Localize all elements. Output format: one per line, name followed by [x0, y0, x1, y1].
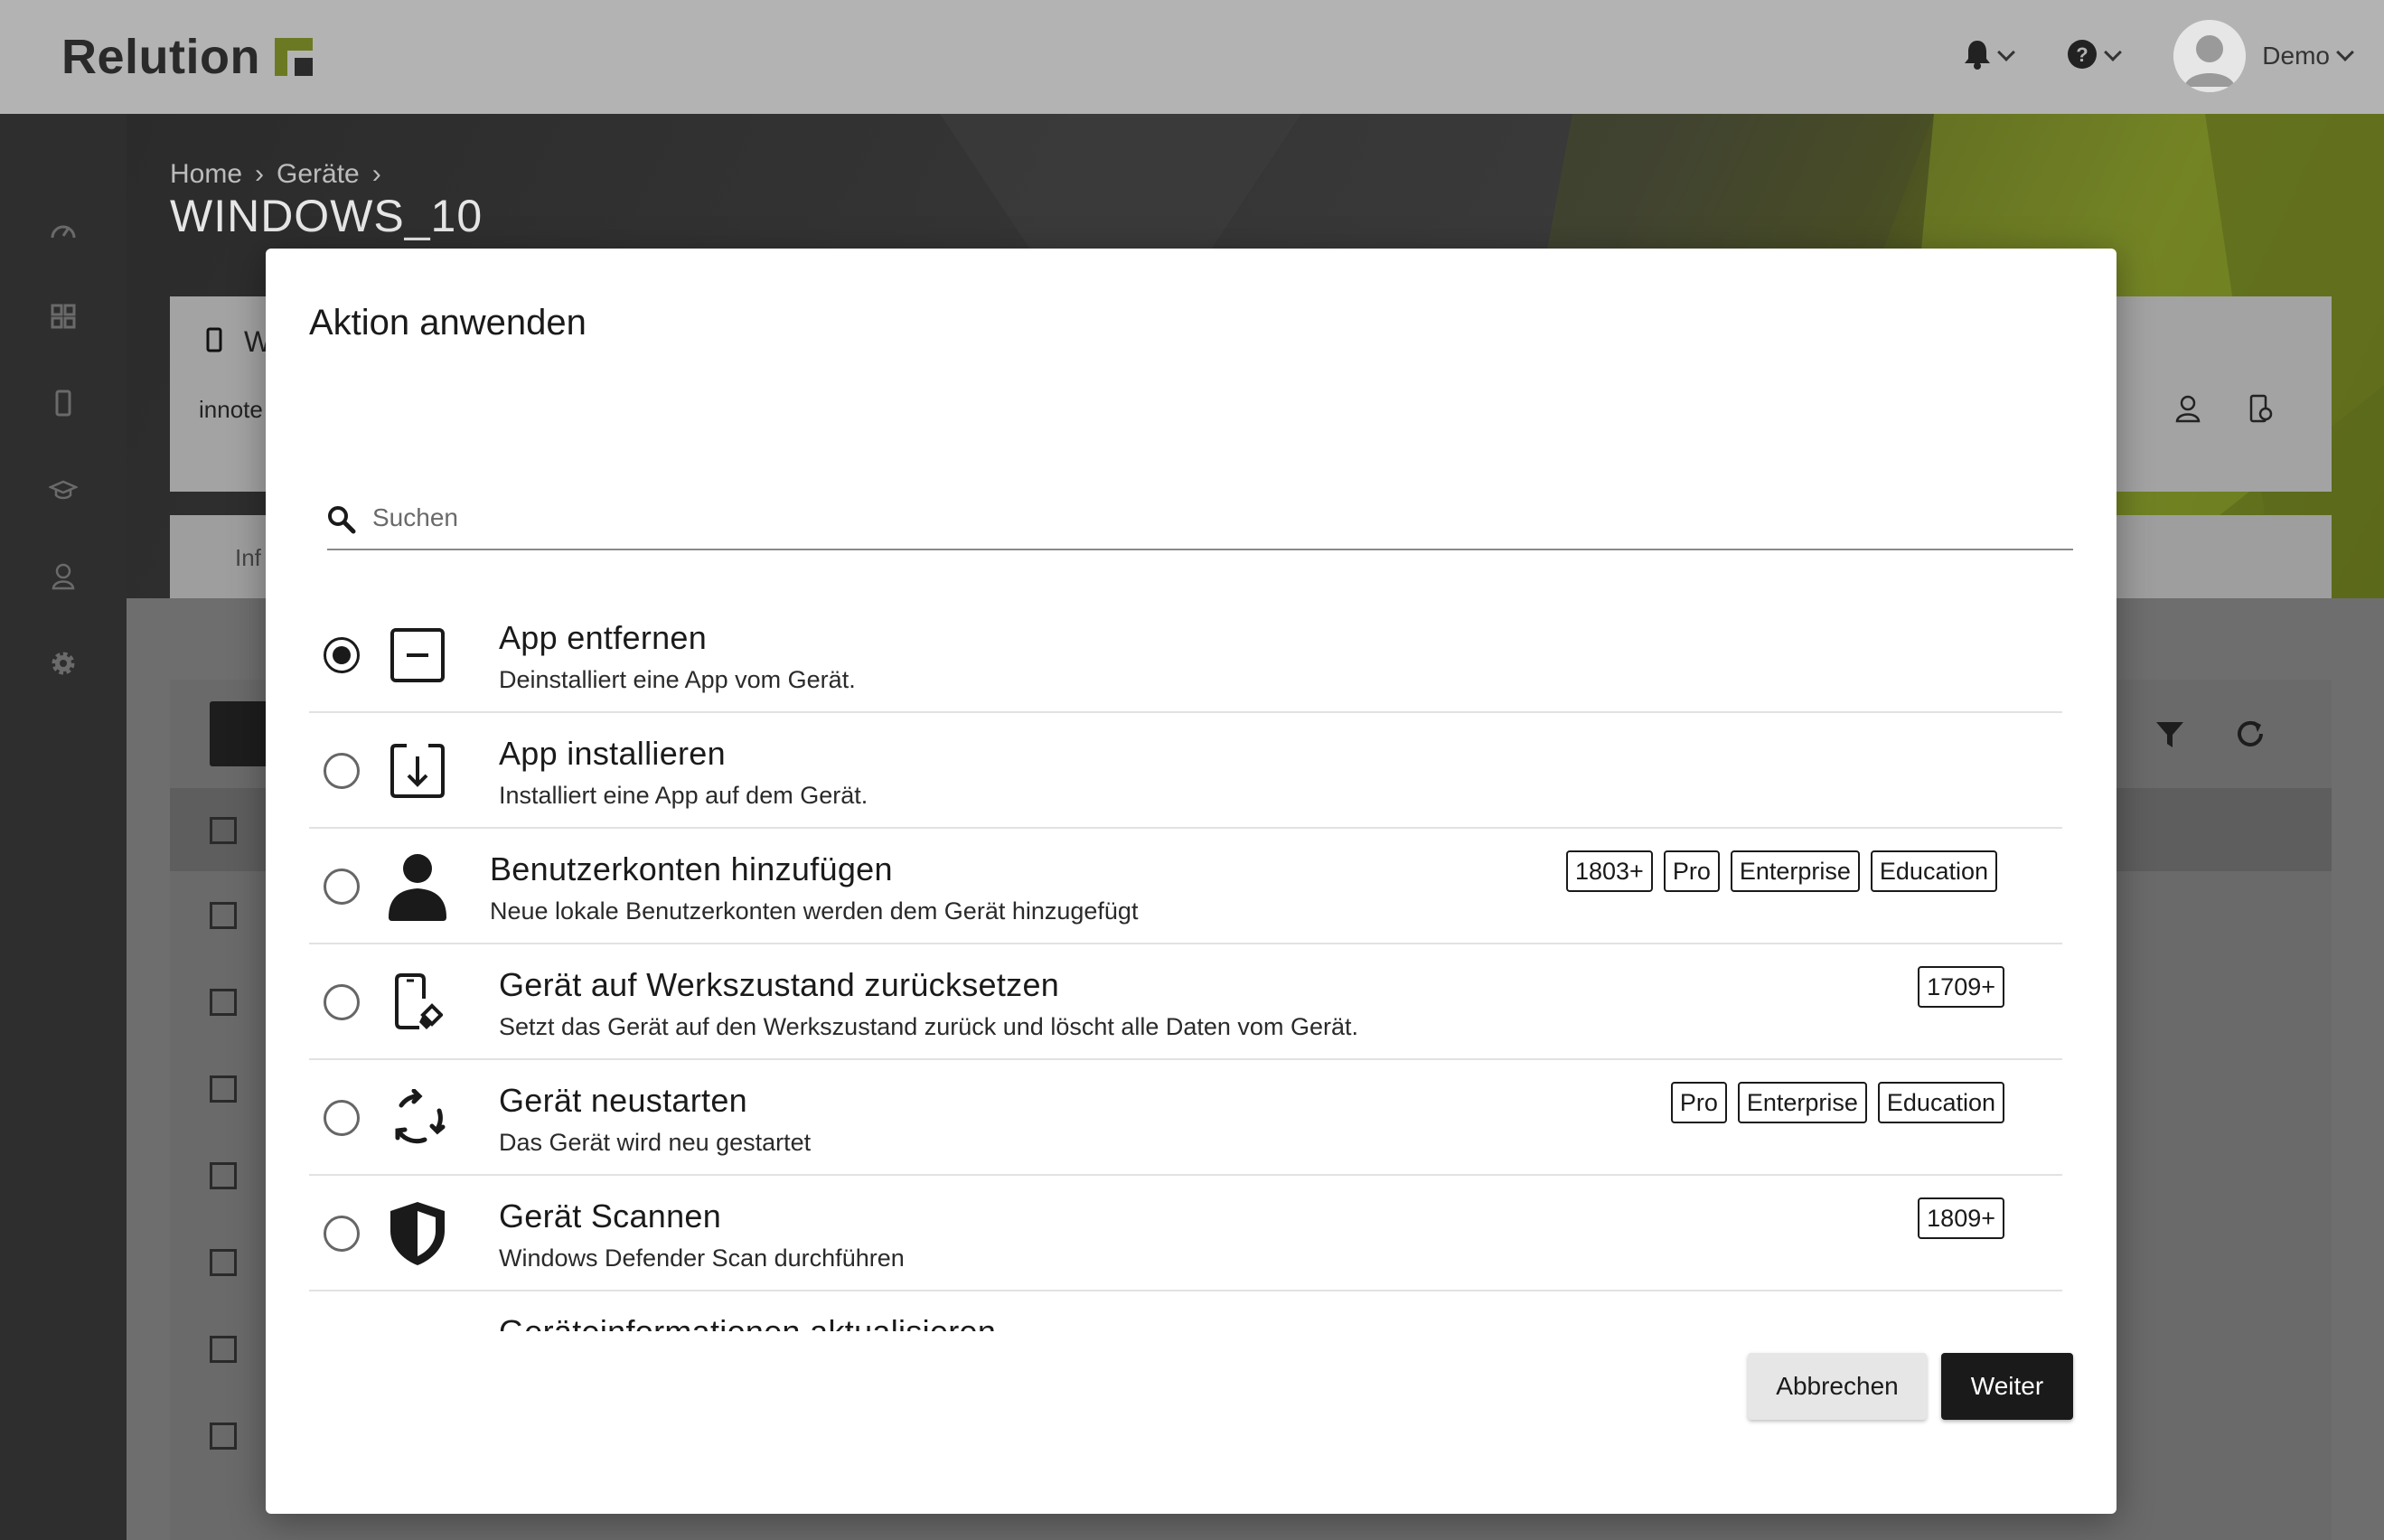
radio-button[interactable] — [324, 1100, 360, 1136]
row-checkbox[interactable] — [210, 989, 237, 1016]
shield-icon — [383, 1199, 452, 1268]
radio-button[interactable] — [324, 753, 360, 789]
action-item-factory-reset[interactable]: Gerät auf Werkszustand zurücksetzen Setz… — [309, 944, 2062, 1060]
relution-logo[interactable]: Relution — [61, 29, 313, 85]
search-icon — [327, 505, 356, 534]
action-title: Gerät neustarten — [499, 1082, 747, 1119]
action-item-partial[interactable]: Geräteinformationen aktualisieren — [309, 1291, 2062, 1331]
apps-grid-icon[interactable] — [43, 296, 83, 336]
action-title: Benutzerkonten hinzufügen — [490, 850, 893, 887]
app-remove-icon — [383, 621, 452, 690]
action-title: Geräteinformationen aktualisieren — [499, 1313, 996, 1331]
sidebar — [0, 114, 127, 1540]
action-item-app-remove[interactable]: App entfernen Deinstalliert eine App vom… — [309, 597, 2062, 713]
filter-icon[interactable] — [2154, 719, 2185, 755]
svg-text:?: ? — [2077, 43, 2088, 66]
breadcrumb: Home › Geräte › — [170, 159, 381, 190]
search-input[interactable] — [372, 500, 2053, 536]
device-icon — [206, 327, 222, 357]
dialog-title: Aktion anwenden — [309, 303, 587, 343]
user-assign-icon[interactable] — [2174, 394, 2201, 427]
action-title: App installieren — [499, 735, 726, 772]
chevron-down-icon — [2336, 43, 2354, 61]
badge-group: Pro Enterprise Education — [1670, 1082, 2004, 1123]
row-checkbox[interactable] — [210, 1249, 237, 1276]
row-checkbox[interactable] — [210, 1336, 237, 1363]
action-description: Setzt das Gerät auf den Werkszustand zur… — [499, 1013, 1358, 1040]
edition-badge: Education — [1870, 850, 1997, 892]
action-item-app-install[interactable]: App installieren Installiert eine App au… — [309, 713, 2062, 829]
action-item-scan-device[interactable]: Gerät Scannen Windows Defender Scan durc… — [309, 1176, 2062, 1291]
gear-icon[interactable] — [43, 643, 83, 683]
tab-info[interactable]: Inf — [235, 544, 261, 572]
chevron-right-icon: › — [371, 159, 381, 189]
apply-action-dialog: Aktion anwenden App entfernen Deinstalli… — [266, 249, 2117, 1514]
restart-icon — [383, 1084, 452, 1152]
radio-button[interactable] — [324, 637, 360, 673]
version-badge: 1803+ — [1565, 850, 1653, 892]
breadcrumb-devices[interactable]: Geräte — [277, 159, 360, 190]
app-install-icon — [383, 737, 452, 805]
search-field — [327, 493, 2073, 550]
device-icon[interactable] — [43, 383, 83, 423]
badge-group: 1803+ Pro Enterprise Education — [1565, 850, 1997, 892]
row-checkbox[interactable] — [210, 1075, 237, 1103]
chevron-down-icon — [1997, 43, 2016, 61]
radio-button[interactable] — [324, 1216, 360, 1252]
bell-icon — [1964, 39, 1991, 74]
version-badge: 1809+ — [1918, 1197, 2004, 1239]
notifications-menu[interactable] — [1964, 39, 2016, 74]
version-badge: 1709+ — [1918, 966, 2004, 1008]
user-menu[interactable]: Demo — [2173, 20, 2354, 92]
device-settings-icon[interactable] — [2248, 394, 2274, 427]
row-checkbox[interactable] — [210, 1162, 237, 1189]
user-name: Demo — [2262, 42, 2330, 70]
row-checkbox[interactable] — [210, 1423, 237, 1450]
edition-badge: Pro — [1670, 1082, 1727, 1123]
action-description: Windows Defender Scan durchführen — [499, 1244, 905, 1272]
chevron-down-icon — [2104, 43, 2123, 61]
action-description: Deinstalliert eine App vom Gerät. — [499, 666, 856, 693]
edition-badge: Enterprise — [1730, 850, 1860, 892]
edition-badge: Enterprise — [1737, 1082, 1867, 1123]
radio-button[interactable] — [324, 869, 360, 905]
action-title: Gerät Scannen — [499, 1197, 722, 1235]
action-title: App entfernen — [499, 619, 708, 656]
user-icon[interactable] — [43, 557, 83, 596]
chevron-right-icon: › — [255, 159, 265, 189]
row-checkbox[interactable] — [210, 902, 237, 929]
avatar — [2173, 20, 2247, 92]
breadcrumb-home[interactable]: Home — [170, 159, 242, 190]
action-item-add-user-accounts[interactable]: Benutzerkonten hinzufügen Neue lokale Be… — [309, 829, 2062, 944]
next-button[interactable]: Weiter — [1941, 1353, 2073, 1420]
page-title: WINDOWS_10 — [170, 191, 483, 241]
edition-badge: Pro — [1663, 850, 1720, 892]
dashboard-icon[interactable] — [43, 210, 83, 249]
edition-badge: Education — [1877, 1082, 2004, 1123]
help-menu[interactable]: ? — [2067, 39, 2123, 74]
row-checkbox[interactable] — [210, 817, 237, 844]
device-owner-partial: innote — [199, 396, 263, 423]
radio-button[interactable] — [324, 984, 360, 1020]
action-button[interactable] — [210, 701, 273, 766]
top-bar: Relution ? Demo — [0, 0, 2384, 114]
refresh-icon[interactable] — [2234, 718, 2267, 755]
action-description: Das Gerät wird neu gestartet — [499, 1129, 812, 1156]
action-description: Neue lokale Benutzerkonten werden dem Ge… — [490, 897, 1139, 925]
help-icon: ? — [2067, 39, 2098, 74]
action-description: Installiert eine App auf dem Gerät. — [499, 782, 868, 809]
action-list: App entfernen Deinstalliert eine App vom… — [309, 597, 2062, 1331]
action-item-restart-device[interactable]: Gerät neustarten Das Gerät wird neu gest… — [309, 1060, 2062, 1176]
logo-text: Relution — [61, 30, 260, 84]
education-icon[interactable] — [43, 470, 83, 510]
user-icon — [383, 852, 452, 921]
cancel-button[interactable]: Abbrechen — [1748, 1353, 1927, 1420]
action-title: Gerät auf Werkszustand zurücksetzen — [499, 966, 1060, 1003]
badge-group: 1709+ — [1918, 966, 2004, 1008]
device-wipe-icon — [383, 968, 452, 1037]
badge-group: 1809+ — [1918, 1197, 2004, 1239]
logo-mark-icon — [274, 38, 313, 76]
